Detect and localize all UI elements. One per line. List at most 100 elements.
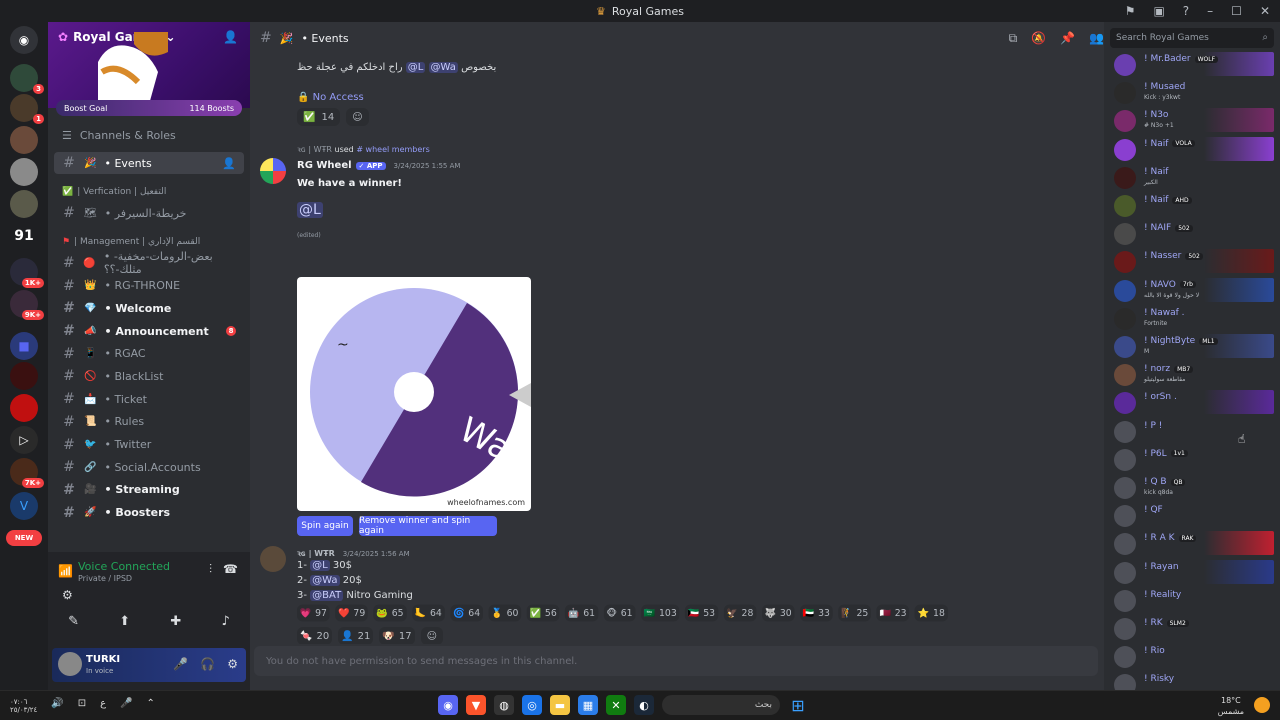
discord-icon[interactable]: ◉	[438, 695, 458, 715]
server-icon[interactable]: 91	[10, 222, 38, 250]
server-icon[interactable]: 9K+	[10, 290, 44, 320]
member-row[interactable]: ! Nasser 502	[1104, 249, 1280, 275]
server-banner[interactable]: ✿ Royal Games ⌄ 👤	[48, 22, 250, 108]
wheel-image[interactable]: Wa ~ wheelofnames.com	[297, 277, 531, 511]
avatar[interactable]	[1114, 561, 1136, 584]
reaction[interactable]: ❤️ 79	[335, 604, 369, 622]
chrome-icon[interactable]: ◎	[522, 695, 542, 715]
taskbar-search[interactable]: بحث	[662, 695, 780, 715]
close-button[interactable]: ✕	[1260, 4, 1270, 18]
avatar[interactable]	[1114, 54, 1136, 76]
members-icon[interactable]: 👥	[1089, 31, 1104, 45]
file-explorer-icon[interactable]: ▬	[550, 695, 570, 715]
member-row[interactable]: ! NAVO 7rb لا حول ولا قوة الا بالله	[1104, 277, 1280, 304]
server-icon[interactable]: 1	[10, 94, 44, 124]
channel-item[interactable]: # 📜 • Rules	[54, 411, 244, 433]
avatar[interactable]	[260, 158, 286, 184]
reaction[interactable]: 🐸 65	[373, 604, 407, 622]
language-indicator[interactable]: ع	[100, 698, 106, 714]
avatar[interactable]	[1114, 618, 1136, 640]
camera-icon[interactable]: ✎	[68, 614, 79, 629]
avatar[interactable]	[260, 546, 286, 572]
obs-icon[interactable]: ◍	[494, 695, 514, 715]
avatar[interactable]	[1114, 448, 1136, 471]
threads-icon[interactable]: ⧉	[1009, 31, 1018, 46]
server-icon[interactable]	[10, 158, 38, 186]
server-icon[interactable]: 7K+	[10, 458, 44, 488]
remove-winner-button[interactable]: Remove winner and spin again	[359, 516, 497, 536]
voice-channel-name[interactable]: Private / IPSD	[78, 574, 132, 583]
avatar[interactable]	[1114, 82, 1136, 105]
server-icon[interactable]: 3	[10, 64, 44, 94]
discord-home-icon[interactable]: ◉	[10, 26, 38, 54]
member-row[interactable]: ! N3o # N3o +1	[1104, 108, 1280, 134]
channels-roles[interactable]: ☰ Channels & Roles	[54, 124, 244, 146]
category-management[interactable]: ⚑ | Management | القسم الإداري	[54, 232, 244, 252]
avatar[interactable]	[1114, 223, 1136, 246]
channel-events[interactable]: # 🎉 • Events 👤	[54, 152, 244, 174]
channel-item[interactable]: # 🚀 • Boosters	[54, 502, 244, 524]
member-row[interactable]: ! NAIF 502	[1104, 221, 1280, 247]
avatar[interactable]	[1114, 138, 1136, 161]
member-row[interactable]: ! Naif VOLA	[1104, 136, 1280, 163]
avatar[interactable]	[1114, 364, 1136, 387]
store-icon[interactable]: ▦	[578, 695, 598, 715]
mute-icon[interactable]: 🔕	[1031, 31, 1046, 45]
avatar[interactable]	[1114, 195, 1136, 217]
reply-reference[interactable]: ꝛɢ | WŦR used # wheel members	[297, 144, 430, 155]
search-input[interactable]: Search Royal Games ⌕	[1110, 28, 1274, 48]
settings-icon[interactable]: ⚙	[227, 657, 238, 671]
avatar[interactable]	[1114, 589, 1136, 612]
reaction[interactable]: 🐶 17	[379, 627, 415, 644]
new-badge[interactable]: NEW	[6, 530, 42, 546]
reaction[interactable]: 🐺 30	[761, 604, 795, 622]
avatar[interactable]	[1114, 251, 1136, 274]
add-reaction-icon[interactable]: ☺	[420, 627, 443, 644]
add-reaction-icon[interactable]: ☺	[346, 108, 369, 126]
member-row[interactable]: ! Rio	[1104, 644, 1280, 670]
member-row[interactable]: ! Naif AHD	[1104, 193, 1280, 219]
member-row[interactable]: ! norz MB7 مقاطعة سوليتيلو	[1104, 362, 1280, 388]
channel-server-map[interactable]: # 🗺 • خريطة-السيرفر	[54, 202, 244, 224]
chevron-up-icon[interactable]: ⌃	[147, 698, 155, 714]
play-icon[interactable]: ▷	[10, 426, 38, 454]
reaction[interactable]: 💗 97	[297, 604, 330, 622]
avatar[interactable]	[1114, 646, 1136, 669]
headphones-icon[interactable]: 🎧	[200, 657, 215, 671]
soundboard-icon[interactable]: ⚙	[62, 588, 73, 602]
member-row[interactable]: ! Nawaf . Fortnite	[1104, 306, 1280, 332]
server-icon[interactable]	[10, 190, 38, 218]
member-row[interactable]: ! Naif الكبير	[1104, 165, 1280, 191]
server-icon[interactable]	[10, 394, 38, 422]
member-row[interactable]: ! P !	[1104, 419, 1280, 445]
avatar[interactable]	[1114, 307, 1136, 330]
avatar[interactable]	[1114, 477, 1136, 499]
reaction[interactable]: 🦶 64	[411, 604, 445, 622]
server-icon[interactable]: 1K+	[10, 258, 44, 288]
maximize-button[interactable]: ☐	[1231, 4, 1242, 18]
avatar[interactable]	[58, 652, 82, 676]
inbox-icon[interactable]: ⚑	[1125, 4, 1136, 18]
reaction[interactable]: ✅ 14	[297, 108, 341, 126]
avatar[interactable]	[1114, 166, 1136, 189]
mention[interactable]: @Wa	[428, 62, 458, 73]
member-row[interactable]: ! NightByte ML1 M	[1104, 334, 1280, 360]
server-icon[interactable]	[10, 126, 38, 154]
channel-item[interactable]: # 👑 • RG-THRONE	[54, 275, 244, 297]
channel-item[interactable]: # 🐦 • Twitter	[54, 434, 244, 456]
reaction[interactable]: 👤 21	[338, 627, 374, 644]
avatar[interactable]	[1114, 505, 1136, 528]
spin-again-button[interactable]: Spin again	[297, 516, 353, 536]
member-row[interactable]: ! P6L 1v1	[1104, 447, 1280, 473]
valorant-icon[interactable]: V	[10, 492, 38, 520]
noise-icon[interactable]: ⫶	[209, 562, 212, 577]
member-row[interactable]: ! RK SLM2	[1104, 616, 1280, 642]
invite-icon[interactable]: 👤	[223, 30, 238, 44]
screen-icon[interactable]: ▣	[1153, 4, 1164, 18]
steam-icon[interactable]: ◐	[634, 695, 654, 715]
avatar[interactable]	[1114, 420, 1136, 443]
channel-item[interactable]: # 📱 • RGAC	[54, 343, 244, 365]
reaction[interactable]: ⭐ 18	[914, 604, 948, 622]
windows-start-icon[interactable]: ⊞	[788, 695, 808, 715]
volume-icon[interactable]: 🔊	[51, 698, 63, 714]
